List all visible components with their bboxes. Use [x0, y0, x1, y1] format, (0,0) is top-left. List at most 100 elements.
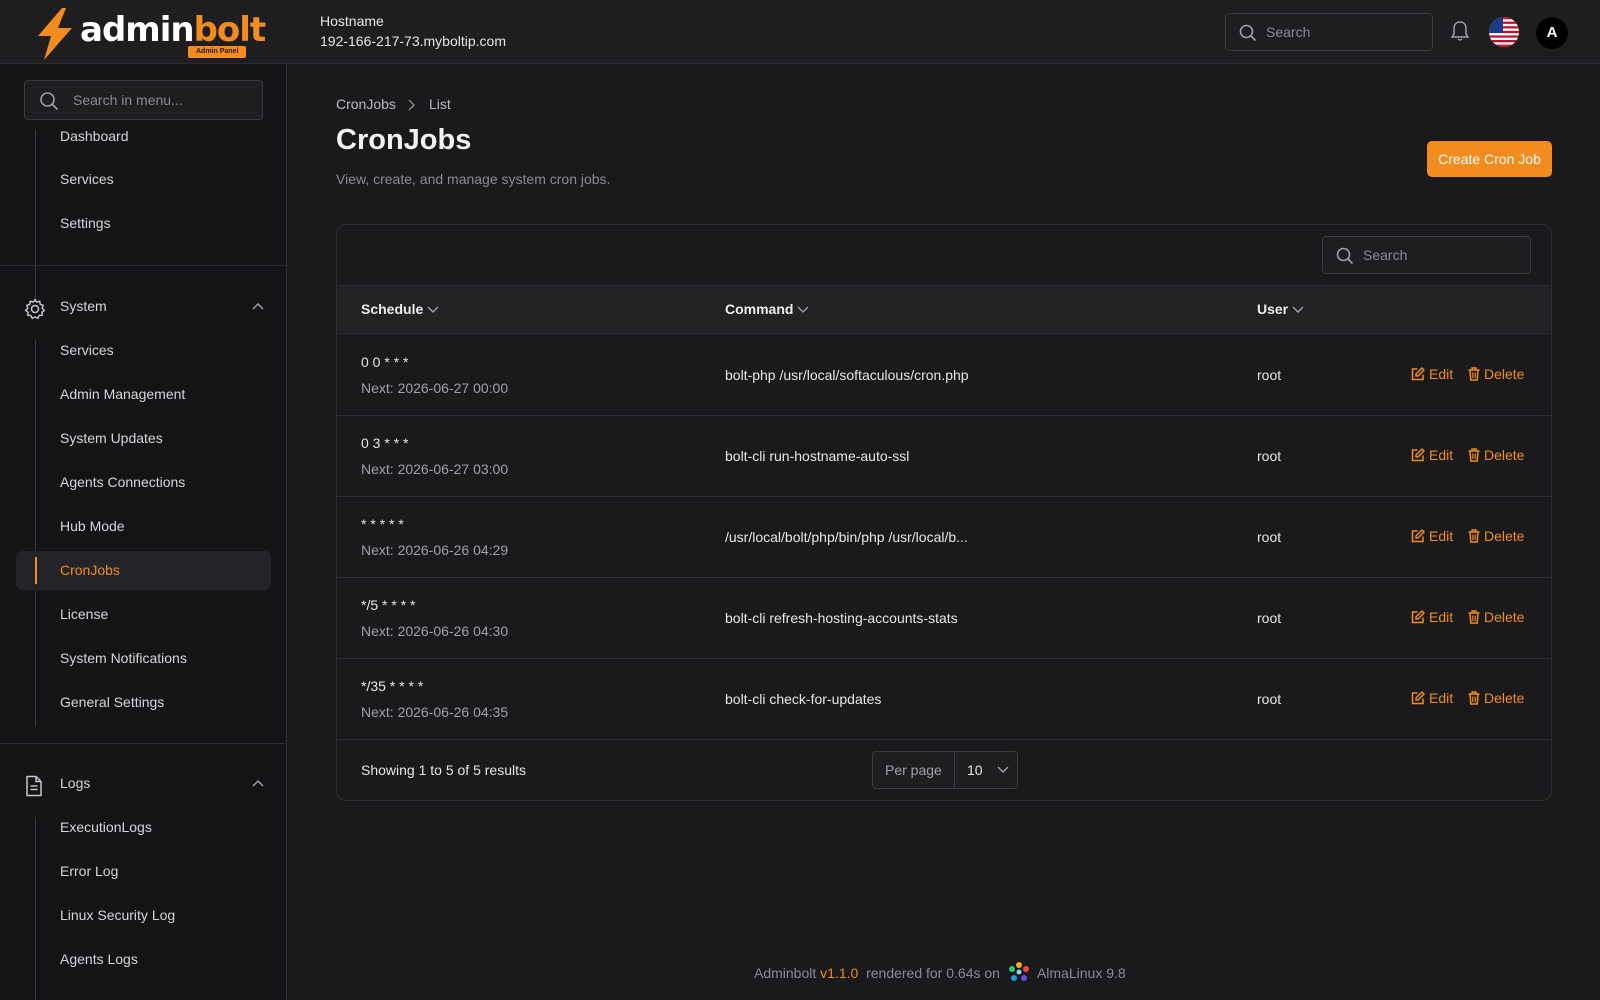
trash-icon — [1468, 529, 1480, 543]
sidebar-divider — [0, 265, 286, 266]
chevron-down-icon — [797, 306, 809, 314]
sidebar-group-system[interactable]: System — [24, 296, 264, 320]
table-row: */35 * * * * Next: 2026-06-26 04:35 bolt… — [337, 659, 1551, 740]
sidebar-item-license[interactable]: License — [60, 604, 108, 624]
next-run: Next: 2026-06-27 00:00 — [361, 380, 509, 396]
global-search-input[interactable] — [1266, 14, 1426, 50]
sidebar-item-cronjobs[interactable]: CronJobs — [60, 560, 120, 580]
sidebar-group-logs[interactable]: Logs — [24, 773, 264, 797]
column-schedule[interactable]: Schedule — [361, 301, 439, 317]
cron-command: /usr/local/bolt/php/bin/php /usr/local/b… — [725, 529, 968, 545]
sidebar-item-dashboard[interactable]: Dashboard — [60, 126, 129, 146]
hostname-value: 192-166-217-73.myboltip.com — [320, 33, 506, 49]
chevron-down-icon — [1292, 306, 1304, 314]
menu-search-input[interactable] — [73, 81, 258, 119]
document-icon — [26, 775, 42, 797]
us-flag-icon[interactable] — [1489, 17, 1519, 47]
per-page-select[interactable]: Per page 10 — [872, 751, 1018, 789]
sidebar-item-agents-logs[interactable]: Agents Logs — [60, 949, 138, 969]
cronjobs-table-card: Schedule Command User 0 0 * * * Next: 20… — [336, 224, 1552, 801]
trash-icon — [1468, 367, 1480, 381]
cron-schedule: 0 3 * * * — [361, 435, 409, 451]
column-command[interactable]: Command — [725, 301, 809, 317]
next-run: Next: 2026-06-26 04:35 — [361, 704, 509, 720]
table-search[interactable] — [1322, 236, 1531, 274]
sidebar-active-highlight — [16, 551, 271, 590]
sidebar-item-services[interactable]: Services — [60, 340, 114, 360]
cron-user: root — [1257, 529, 1282, 545]
avatar[interactable]: A — [1536, 17, 1568, 49]
sidebar: Dashboard Services Settings System Servi… — [0, 64, 287, 1000]
footer-app: Adminbolt — [754, 965, 817, 981]
column-user[interactable]: User — [1257, 301, 1304, 317]
edit-button[interactable]: Edit — [1411, 690, 1453, 706]
sidebar-item-settings[interactable]: Settings — [60, 213, 111, 233]
edit-button[interactable]: Edit — [1411, 447, 1453, 463]
cron-schedule: */35 * * * * — [361, 678, 424, 694]
delete-button[interactable]: Delete — [1468, 447, 1524, 463]
breadcrumb-cronjobs[interactable]: CronJobs — [336, 96, 396, 112]
cron-command: bolt-cli refresh-hosting-accounts-stats — [725, 610, 958, 626]
table-row: */5 * * * * Next: 2026-06-26 04:30 bolt-… — [337, 578, 1551, 659]
create-cron-job-button[interactable]: Create Cron Job — [1427, 141, 1552, 177]
footer: Adminbolt v1.1.0 rendered for 0.64s on A… — [754, 961, 1126, 983]
sidebar-item-error-log[interactable]: Error Log — [60, 861, 118, 881]
sidebar-item-linux-security-log[interactable]: Linux Security Log — [60, 905, 175, 925]
sidebar-item-system-notifications[interactable]: System Notifications — [60, 648, 187, 668]
chevron-up-icon[interactable] — [252, 779, 264, 787]
sidebar-item-execution-logs[interactable]: ExecutionLogs — [60, 817, 152, 837]
per-page-label: Per page — [885, 762, 942, 778]
delete-button[interactable]: Delete — [1468, 528, 1524, 544]
menu-search[interactable] — [24, 80, 263, 120]
delete-button[interactable]: Delete — [1468, 690, 1524, 706]
cron-command: bolt-cli run-hostname-auto-ssl — [725, 448, 910, 464]
page-title: CronJobs — [336, 124, 472, 156]
delete-button[interactable]: Delete — [1468, 609, 1524, 625]
edit-icon — [1411, 529, 1425, 543]
search-icon — [1336, 247, 1354, 265]
cron-command: bolt-cli check-for-updates — [725, 691, 882, 707]
hostname-label: Hostname — [320, 13, 384, 29]
table-row: 0 0 * * * Next: 2026-06-27 00:00 bolt-ph… — [337, 335, 1551, 416]
top-bar: adminbolt Admin Panel Hostname 192-166-2… — [0, 0, 1600, 64]
adminbolt-logo[interactable]: adminbolt Admin Panel — [28, 6, 266, 60]
edit-button[interactable]: Edit — [1411, 366, 1453, 382]
footer-version[interactable]: v1.1.0 — [820, 965, 858, 981]
edit-button[interactable]: Edit — [1411, 609, 1453, 625]
edit-icon — [1411, 610, 1425, 624]
breadcrumb-list: List — [429, 96, 451, 112]
gear-icon — [24, 298, 46, 320]
footer-rendered: rendered for 0.64s on — [866, 965, 1000, 981]
sidebar-item-hub-mode[interactable]: Hub Mode — [60, 516, 125, 536]
trash-icon — [1468, 448, 1480, 462]
cron-user: root — [1257, 610, 1282, 626]
edit-button[interactable]: Edit — [1411, 528, 1453, 544]
cron-schedule: * * * * * — [361, 516, 404, 532]
sidebar-group-label: Logs — [60, 775, 91, 791]
table-search-input[interactable] — [1363, 237, 1523, 273]
chevron-up-icon[interactable] — [252, 302, 264, 310]
per-page-value[interactable]: 10 — [967, 762, 983, 778]
sidebar-item-general-settings[interactable]: General Settings — [60, 692, 164, 712]
lightning-bolt-icon — [38, 8, 72, 60]
results-count: Showing 1 to 5 of 5 results — [361, 762, 526, 778]
global-search[interactable] — [1225, 13, 1433, 51]
delete-button[interactable]: Delete — [1468, 366, 1524, 382]
sidebar-divider — [0, 743, 286, 744]
next-run: Next: 2026-06-26 04:29 — [361, 542, 509, 558]
sidebar-item-system-updates[interactable]: System Updates — [60, 428, 163, 448]
chevron-down-icon — [427, 306, 439, 314]
sidebar-item-agents-connections[interactable]: Agents Connections — [60, 472, 185, 492]
edit-icon — [1411, 448, 1425, 462]
footer-os: AlmaLinux 9.8 — [1036, 965, 1126, 981]
table-row: 0 3 * * * Next: 2026-06-27 03:00 bolt-cl… — [337, 416, 1551, 497]
sidebar-group-label: System — [60, 298, 107, 314]
chevron-right-icon — [408, 99, 415, 111]
trash-icon — [1468, 691, 1480, 705]
chevron-down-icon — [997, 766, 1009, 773]
cron-user: root — [1257, 448, 1282, 464]
sidebar-item-admin-management[interactable]: Admin Management — [60, 384, 185, 404]
sidebar-item-services-top[interactable]: Services — [60, 169, 114, 189]
bell-icon[interactable] — [1450, 20, 1470, 42]
next-run: Next: 2026-06-26 04:30 — [361, 623, 509, 639]
